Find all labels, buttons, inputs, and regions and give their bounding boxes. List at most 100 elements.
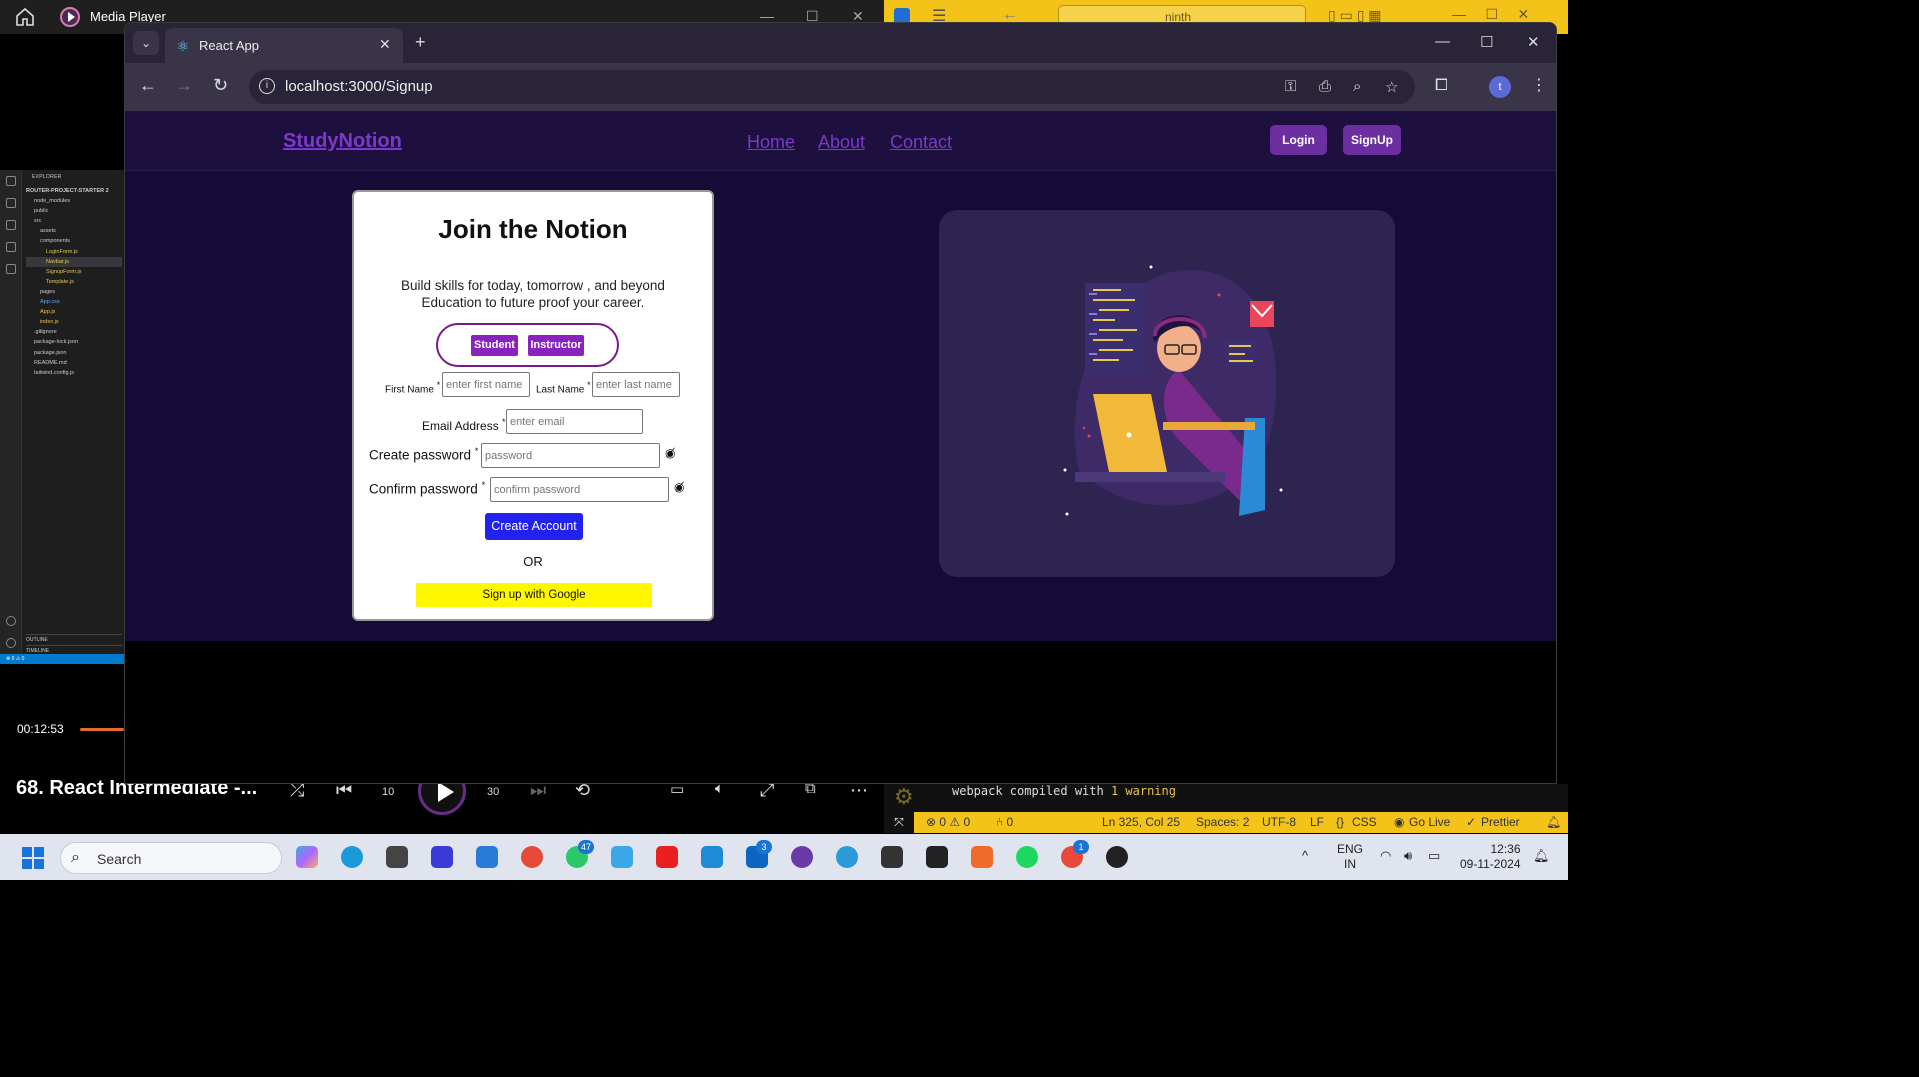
first-name-input[interactable] bbox=[442, 372, 530, 397]
store-app-icon[interactable] bbox=[476, 846, 498, 868]
language-indicator[interactable]: ENG IN bbox=[1337, 842, 1363, 872]
edge-app-icon[interactable] bbox=[341, 846, 363, 868]
problems-indicator[interactable]: ⊗ 0 ⚠ 0 bbox=[926, 815, 970, 829]
tree-item[interactable]: index.js bbox=[26, 317, 122, 327]
github-app-icon[interactable] bbox=[791, 846, 813, 868]
login-button[interactable]: Login bbox=[1270, 125, 1327, 155]
taskbar-search[interactable]: ⌕ Search bbox=[60, 842, 282, 874]
extensions-icon[interactable] bbox=[6, 264, 16, 274]
run-debug-icon[interactable] bbox=[6, 242, 16, 252]
bell-icon[interactable]: 🔔︎ bbox=[1546, 815, 1561, 829]
brand-logo-link[interactable]: StudyNotion bbox=[283, 130, 402, 153]
brave-app-icon[interactable] bbox=[971, 846, 993, 868]
extensions-puzzle-icon[interactable]: ⧠ bbox=[1435, 77, 1448, 95]
back-arrow-icon[interactable]: ← bbox=[139, 75, 157, 96]
copilot-app-icon[interactable] bbox=[296, 846, 318, 868]
tree-item[interactable]: App.js bbox=[26, 307, 122, 317]
volume-icon[interactable]: 🔊︎ bbox=[1404, 848, 1412, 864]
files-icon[interactable] bbox=[6, 176, 16, 186]
show-hidden-icons-chevron-icon[interactable]: ^ bbox=[1302, 848, 1308, 863]
source-control-icon[interactable] bbox=[6, 220, 16, 230]
key-icon[interactable]: ⚿ bbox=[1285, 78, 1296, 95]
signup-button[interactable]: SignUp bbox=[1343, 125, 1401, 155]
tree-item[interactable]: node_modules bbox=[26, 196, 122, 206]
project-folder[interactable]: ROUTER-PROJECT-STARTER 2 bbox=[26, 186, 122, 196]
app-icon[interactable] bbox=[386, 846, 408, 868]
reload-icon[interactable]: ↻ bbox=[213, 75, 228, 96]
url-text[interactable]: localhost:3000/Signup bbox=[285, 78, 433, 95]
home-icon[interactable] bbox=[14, 7, 36, 27]
student-tab[interactable]: Student bbox=[471, 335, 518, 356]
bookmark-star-icon[interactable]: ☆ bbox=[1385, 78, 1398, 96]
remote-icon[interactable]: ⤧ bbox=[884, 812, 914, 833]
tab-close-icon[interactable]: ✕ bbox=[379, 36, 391, 53]
tree-item[interactable]: SignupForm.js bbox=[26, 267, 122, 277]
nav-link-home[interactable]: Home bbox=[747, 132, 795, 153]
seek-bar[interactable] bbox=[80, 728, 124, 731]
app-m-icon[interactable] bbox=[926, 846, 948, 868]
system-clock[interactable]: 12:36 09-11-2024 bbox=[1460, 842, 1521, 872]
last-name-input[interactable] bbox=[592, 372, 680, 397]
new-tab-icon[interactable]: + bbox=[415, 32, 426, 53]
media-player-app-icon[interactable] bbox=[1106, 846, 1128, 868]
email-input[interactable] bbox=[506, 409, 643, 434]
tree-item[interactable]: App.css bbox=[26, 297, 122, 307]
line-ending[interactable]: LF bbox=[1310, 815, 1324, 829]
address-bar[interactable]: i localhost:3000/Signup ⚿ ⎙ ⌕ ☆ bbox=[249, 70, 1415, 104]
tab-search-chevron-icon[interactable]: ⌄ bbox=[133, 31, 159, 55]
app-s-icon[interactable] bbox=[881, 846, 903, 868]
ports-indicator[interactable]: ⑃ 0 bbox=[996, 815, 1013, 829]
window-controls[interactable]: — ☐ ✕ bbox=[1452, 6, 1529, 23]
tree-item[interactable]: package.json bbox=[26, 348, 122, 358]
confirm-password-input[interactable] bbox=[490, 477, 669, 502]
profile-avatar[interactable]: t bbox=[1489, 76, 1511, 98]
wifi-icon[interactable]: ◠ bbox=[1380, 848, 1391, 864]
nav-link-about[interactable]: About bbox=[818, 132, 865, 153]
encoding[interactable]: UTF-8 bbox=[1262, 815, 1296, 829]
tree-item-selected[interactable]: Navbar.js bbox=[26, 256, 122, 267]
tree-item[interactable]: public bbox=[26, 206, 122, 216]
chrome-app-icon[interactable] bbox=[521, 846, 543, 868]
skip-back-icon[interactable]: 10 bbox=[382, 786, 394, 798]
search-icon[interactable] bbox=[6, 198, 16, 208]
outline-label[interactable]: OUTLINE bbox=[26, 635, 122, 645]
battery-icon[interactable]: ▭ bbox=[1428, 848, 1440, 864]
prettier[interactable]: Prettier bbox=[1481, 815, 1520, 829]
tree-item[interactable]: src bbox=[26, 216, 122, 226]
spotify-app-icon[interactable] bbox=[1016, 846, 1038, 868]
tree-item[interactable]: assets bbox=[26, 226, 122, 236]
skip-forward-icon[interactable]: 30 bbox=[487, 786, 499, 798]
install-app-icon[interactable]: ⎙ bbox=[1319, 78, 1331, 95]
tree-item[interactable]: components bbox=[26, 236, 122, 246]
go-live[interactable]: Go Live bbox=[1409, 815, 1450, 829]
windows-start-icon[interactable] bbox=[22, 847, 44, 869]
tree-item[interactable]: .gitignore bbox=[26, 327, 122, 337]
google-signup-button[interactable]: Sign up with Google bbox=[416, 583, 652, 607]
account-icon[interactable] bbox=[6, 616, 16, 626]
settings-gear-icon[interactable] bbox=[6, 638, 16, 648]
tree-item[interactable]: README.md bbox=[26, 358, 122, 368]
tree-item[interactable]: package-lock.json bbox=[26, 337, 122, 347]
hide-confirm-password-eye-icon[interactable]: ◉̸ bbox=[674, 480, 684, 494]
youtube-app-icon[interactable] bbox=[656, 846, 678, 868]
create-password-input[interactable] bbox=[481, 443, 660, 468]
instructor-tab[interactable]: Instructor bbox=[528, 335, 584, 356]
maximize-icon[interactable]: ☐ bbox=[1480, 33, 1493, 51]
tree-item[interactable]: LoginForm.js bbox=[26, 247, 122, 257]
nav-link-contact[interactable]: Contact bbox=[890, 132, 952, 153]
tree-item[interactable]: tailwind.config.js bbox=[26, 368, 122, 378]
powerautomate-app-icon[interactable] bbox=[431, 846, 453, 868]
outline-section[interactable]: OUTLINE TIMELINE bbox=[26, 634, 122, 655]
photos-app-icon[interactable] bbox=[611, 846, 633, 868]
telegram-app-icon[interactable] bbox=[836, 846, 858, 868]
forward-arrow-icon[interactable]: → bbox=[175, 75, 193, 96]
tab-react-app[interactable]: ⚛ React App ✕ bbox=[165, 28, 403, 63]
tree-item[interactable]: Template.js bbox=[26, 277, 122, 287]
tree-item[interactable]: pages bbox=[26, 287, 122, 297]
language-mode[interactable]: CSS bbox=[1352, 815, 1377, 829]
minimize-icon[interactable]: — bbox=[1435, 33, 1450, 50]
create-account-button[interactable]: Create Account bbox=[485, 513, 583, 540]
more-menu-icon[interactable]: ⋮ bbox=[1531, 75, 1547, 95]
zoom-icon[interactable]: ⌕ bbox=[1353, 78, 1361, 95]
vscode-app-icon[interactable] bbox=[701, 846, 723, 868]
